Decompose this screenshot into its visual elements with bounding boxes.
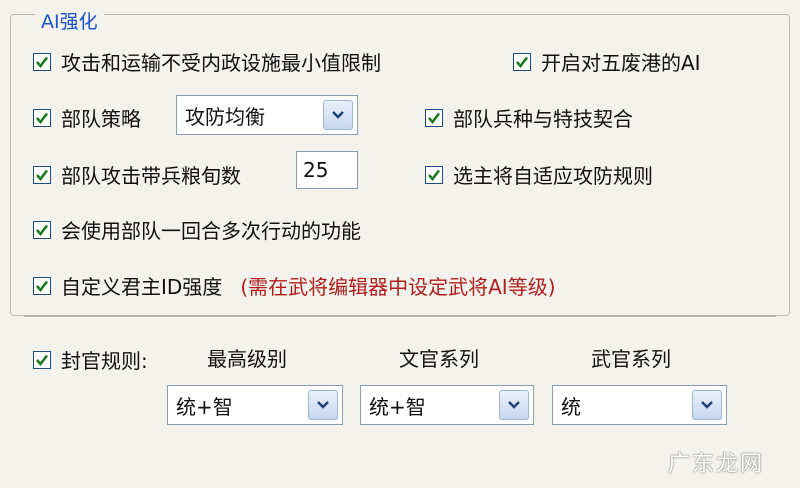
section-divider — [24, 316, 776, 318]
highest-rank-select[interactable]: 统+智 — [167, 385, 343, 425]
watermark: 广东龙网 — [667, 452, 764, 477]
group-title: AI强化 — [35, 11, 104, 33]
header-civil-series: 文官系列 — [399, 347, 479, 371]
option-label: 部队攻击带兵粮旬数 — [61, 164, 241, 188]
option-adaptive-rules[interactable]: 选主将自适应攻防规则 — [425, 160, 653, 189]
option-unit-strategy[interactable]: 部队策略 — [33, 103, 141, 132]
option-label: 部队策略 — [61, 107, 141, 131]
option-label: 封官规则: — [61, 349, 148, 373]
checkbox-checked-icon[interactable] — [33, 165, 51, 184]
header-military-series: 武官系列 — [591, 347, 671, 371]
option-custom-lord[interactable]: 自定义君主ID强度 (需在武将编辑器中设定武将AI等级) — [33, 271, 556, 300]
select-value: 攻防均衡 — [185, 104, 265, 129]
option-attack-transport[interactable]: 攻击和运输不受内政设施最小值限制 — [33, 47, 381, 76]
chevron-down-icon[interactable] — [308, 390, 338, 420]
military-series-select[interactable]: 统 — [552, 385, 727, 425]
chevron-down-icon[interactable] — [692, 390, 722, 420]
option-unit-food-turns[interactable]: 部队攻击带兵粮旬数 — [33, 160, 241, 189]
checkbox-checked-icon[interactable] — [425, 108, 443, 127]
checkbox-checked-icon[interactable] — [33, 276, 51, 295]
select-value: 统+智 — [176, 394, 233, 419]
custom-lord-note: (需在武将编辑器中设定武将AI等级) — [240, 275, 556, 299]
option-label: 会使用部队一回合多次行动的功能 — [61, 219, 361, 243]
select-value: 统+智 — [369, 394, 426, 419]
option-label: 选主将自适应攻防规则 — [453, 164, 653, 188]
header-highest-rank: 最高级别 — [207, 347, 287, 371]
option-multi-action[interactable]: 会使用部队一回合多次行动的功能 — [33, 215, 361, 244]
option-label: 部队兵种与特技契合 — [453, 107, 633, 131]
civil-series-select[interactable]: 统+智 — [360, 385, 534, 425]
chevron-down-icon[interactable] — [499, 390, 529, 420]
chevron-down-icon[interactable] — [323, 100, 353, 130]
checkbox-checked-icon[interactable] — [33, 220, 51, 239]
checkbox-checked-icon[interactable] — [33, 52, 51, 71]
option-five-barbarian-ai[interactable]: 开启对五废港的AI — [513, 47, 701, 76]
select-value: 统 — [561, 394, 581, 419]
option-rank-rules[interactable]: 封官规则: — [33, 345, 148, 374]
unit-strategy-select[interactable]: 攻防均衡 — [176, 95, 358, 135]
option-unit-troop-skill[interactable]: 部队兵种与特技契合 — [425, 103, 633, 132]
option-label: 攻击和运输不受内政设施最小值限制 — [61, 51, 381, 75]
food-turns-input[interactable]: 25 — [296, 151, 358, 189]
checkbox-checked-icon[interactable] — [513, 52, 531, 71]
option-label: 自定义君主ID强度 — [61, 275, 223, 299]
option-label: 开启对五废港的AI — [541, 51, 701, 75]
checkbox-checked-icon[interactable] — [33, 350, 51, 369]
checkbox-checked-icon[interactable] — [425, 165, 443, 184]
checkbox-checked-icon[interactable] — [33, 108, 51, 127]
